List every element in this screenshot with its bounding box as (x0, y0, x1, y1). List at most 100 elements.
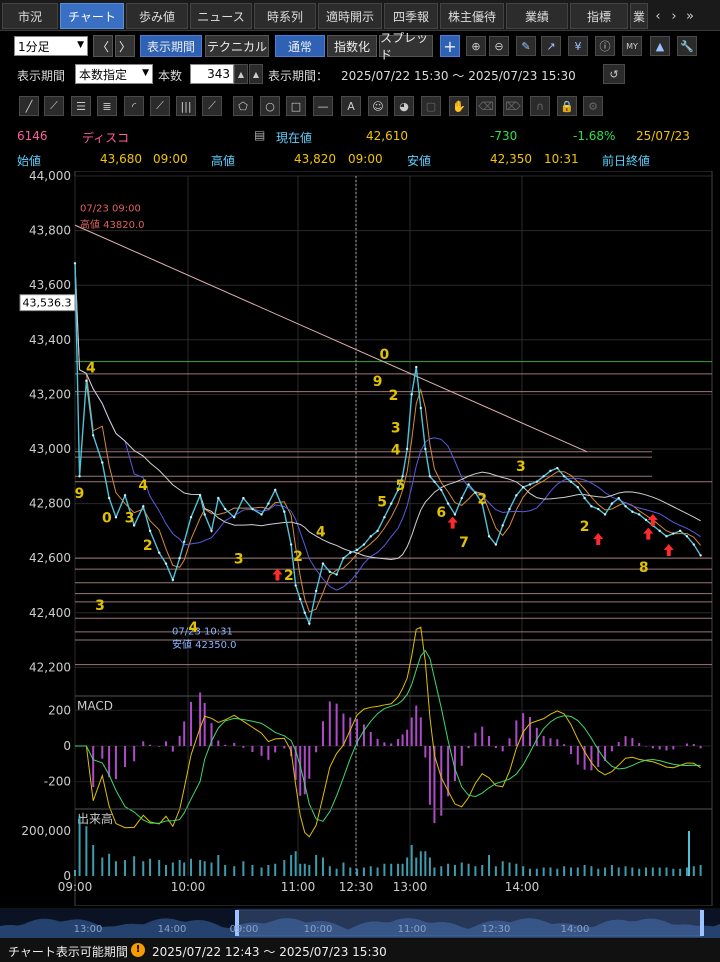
stamp-tool-icon[interactable]: ◕ (394, 96, 414, 116)
price-point (260, 513, 263, 516)
eraser-all-icon[interactable]: ⌦ (503, 96, 523, 116)
macd-histogram-bar (415, 705, 418, 746)
macd-histogram-bar (488, 736, 491, 746)
technical-button[interactable]: テクニカル (205, 35, 269, 57)
price-point (383, 516, 386, 519)
tab-scroll-end-icon[interactable]: » (682, 3, 698, 29)
tab-5[interactable]: 適時開示 (318, 3, 382, 29)
lock-tool-icon[interactable]: 🔒 (557, 96, 577, 116)
volume-bar (108, 853, 111, 876)
macd-tick-label: -200 (44, 775, 71, 789)
volume-bar (92, 845, 95, 876)
circle-tool-icon[interactable]: ○ (260, 96, 280, 116)
volume-bar (610, 865, 613, 876)
period-mode-select[interactable]: 本数指定 ▼ (75, 64, 153, 84)
count-stepper-icon[interactable]: ▲ (234, 64, 248, 84)
volume-bar (290, 855, 293, 876)
hand-tool-icon[interactable]: ✋ (449, 96, 469, 116)
macd-histogram-bar (308, 746, 311, 779)
tab-2[interactable]: 歩み値 (126, 3, 188, 29)
pencil-icon[interactable]: ✎ (516, 36, 536, 56)
eraser-tool-icon[interactable]: ⌫ (476, 96, 496, 116)
tab-4[interactable]: 時系列 (254, 3, 316, 29)
index-button[interactable]: 指数化 (327, 35, 377, 57)
price-point (405, 447, 409, 451)
area-chart-icon[interactable]: ▲ (650, 36, 670, 56)
wave-label: 3 (516, 459, 526, 475)
tab-7[interactable]: 株主優待 (440, 3, 504, 29)
count-input[interactable]: 343 (190, 64, 234, 84)
price-point (678, 529, 682, 533)
volume-bar (410, 845, 413, 876)
info-icon[interactable]: ⓘ (595, 36, 615, 56)
wave-label: 4 (391, 442, 401, 458)
zoom-out-icon[interactable]: ⊖ (489, 36, 509, 56)
volume-bar (383, 863, 386, 876)
tab-0[interactable]: 市況 (2, 3, 58, 29)
volume-tick-label: 200,000 (21, 824, 71, 838)
yen-icon[interactable]: ¥ (568, 36, 588, 56)
text-tool-icon[interactable]: A (341, 96, 361, 116)
line-tool-icon[interactable]: ╱ (19, 96, 39, 116)
volume-bar (335, 868, 338, 876)
my-chart-icon[interactable]: MY (622, 36, 642, 56)
ruler-tool-icon[interactable]: ⟋ (44, 96, 64, 116)
vlines-tool-icon[interactable]: ||| (176, 96, 196, 116)
tab-scroll-right-icon[interactable]: › (666, 3, 682, 29)
settings-tool-icon[interactable]: ⚙ (583, 96, 603, 116)
interval-select[interactable]: 1分足 ▼ (14, 36, 88, 56)
fan-tool-icon[interactable]: ⟋ (150, 96, 170, 116)
hline-tool-icon[interactable]: — (313, 96, 333, 116)
period-mode-value: 本数指定 (79, 67, 128, 82)
macd-histogram-bar (328, 701, 331, 746)
prev-button[interactable]: 〈 (93, 35, 113, 57)
macd-histogram-bar (397, 739, 400, 746)
chart-draw-icon[interactable]: ↗ (541, 36, 561, 56)
tab-6[interactable]: 四季報 (384, 3, 438, 29)
count-stepper-up-icon[interactable]: ▲ (249, 64, 263, 84)
normal-button[interactable]: 通常 (275, 35, 325, 57)
price-point (515, 494, 518, 497)
magnet-tool-icon[interactable]: ∩ (530, 96, 550, 116)
volume-bar (397, 863, 400, 876)
volume-bar (508, 862, 511, 876)
gann-tool-icon[interactable]: ⟋ (202, 96, 222, 116)
warning-icon: ! (131, 943, 145, 957)
refresh-icon[interactable]: ↺ (603, 64, 625, 84)
price-chart[interactable]: 44,000 43,800 43,600 43,400 43,200 43,000 42,8… (0, 171, 720, 906)
tab-1[interactable]: チャート (60, 3, 124, 29)
macd-histogram-bar (92, 746, 95, 788)
fib-tool-icon[interactable]: ≣ (97, 96, 117, 116)
pentagon-tool-icon[interactable]: ⬠ (233, 96, 253, 116)
price-point (410, 393, 413, 396)
volume-bar (321, 857, 324, 876)
next-button[interactable]: 〉 (115, 35, 135, 57)
hlines-tool-icon[interactable]: ☰ (71, 96, 91, 116)
spread-button[interactable]: スプレッド (379, 31, 433, 62)
icon-tool-icon[interactable]: ☺ (368, 96, 388, 116)
tab-8[interactable]: 業績 (506, 3, 568, 29)
wrench-icon[interactable]: 🔧 (677, 36, 697, 56)
volume-bar (356, 868, 359, 876)
tab-9[interactable]: 指標 (570, 3, 628, 29)
tab-scroll-left-icon[interactable]: ‹ (650, 3, 666, 29)
change-percent: -1.68% (573, 129, 616, 143)
zoom-in-icon[interactable]: ⊕ (466, 36, 486, 56)
add-button[interactable]: + (440, 35, 460, 57)
volume-bar (390, 863, 393, 876)
wave-label: 2 (293, 549, 303, 565)
copy-tool-icon[interactable]: ▢ (421, 96, 441, 116)
price-point (638, 513, 641, 516)
period-button[interactable]: 表示期間 (140, 35, 202, 57)
range-label: 表示期間： (268, 69, 329, 83)
chart-navigator[interactable]: 13:00 14:00 09:00 10:00 11:00 12:30 14:00 (0, 908, 720, 938)
rect-tool-icon[interactable]: □ (286, 96, 306, 116)
tab-3[interactable]: ニュース (190, 3, 252, 29)
status-range: 2025/07/22 12:43 ～ 2025/07/23 15:30 (152, 945, 387, 959)
price-point (123, 494, 127, 497)
price-point (142, 505, 145, 508)
tab-10[interactable]: 業 (630, 3, 648, 29)
arc-tool-icon[interactable]: ◜ (124, 96, 144, 116)
navigator-handle-right[interactable] (700, 910, 704, 936)
macd-histogram-bar (467, 746, 470, 749)
